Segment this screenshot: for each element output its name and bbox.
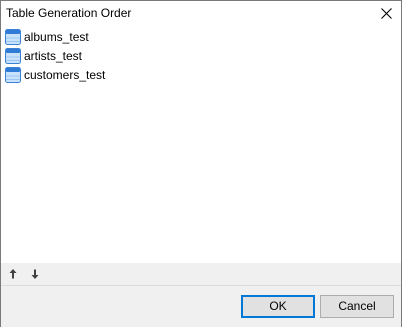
arrow-down-icon (31, 269, 39, 279)
close-icon (381, 8, 392, 19)
table-icon (5, 66, 21, 83)
move-up-button[interactable] (6, 267, 20, 281)
ok-button[interactable]: OK (241, 295, 315, 318)
close-button[interactable] (371, 1, 401, 26)
table-generation-order-dialog: Table Generation Order albums_test artis… (0, 0, 402, 327)
table-label: customers_test (24, 67, 106, 82)
window-title: Table Generation Order (6, 6, 132, 20)
table-label: artists_test (24, 48, 83, 63)
table-list-item[interactable]: customers_test (5, 65, 397, 84)
table-list-item[interactable]: albums_test (5, 27, 397, 46)
table-label: albums_test (24, 29, 89, 44)
table-order-list[interactable]: albums_test artists_test customers_test (5, 27, 397, 84)
title-bar: Table Generation Order (1, 1, 401, 26)
table-icon (5, 47, 21, 64)
cancel-button[interactable]: Cancel (320, 295, 394, 318)
arrow-up-icon (9, 269, 17, 279)
move-down-button[interactable] (28, 267, 42, 281)
table-list-item[interactable]: artists_test (5, 46, 397, 65)
table-icon (5, 28, 21, 45)
dialog-button-bar: OK Cancel (1, 285, 401, 327)
reorder-toolbar (1, 263, 401, 285)
